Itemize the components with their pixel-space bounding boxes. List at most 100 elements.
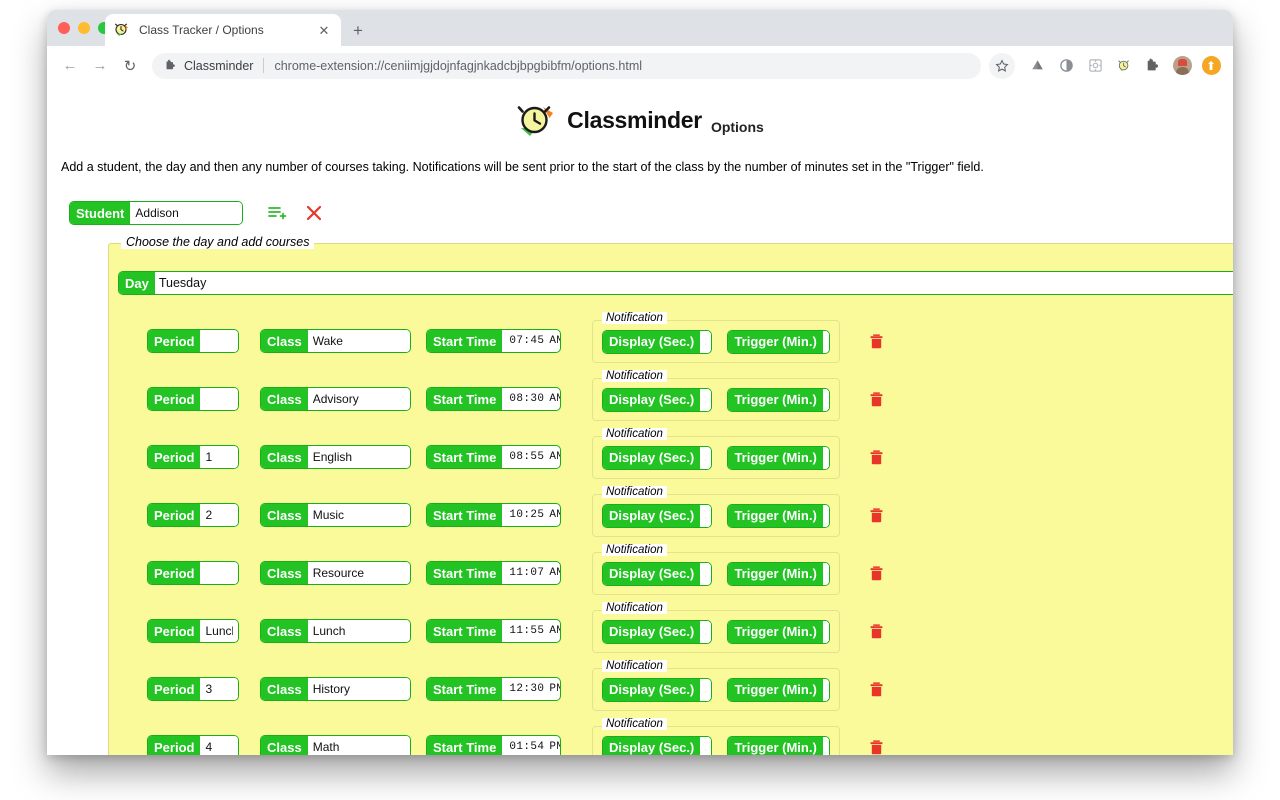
period-input[interactable] xyxy=(200,446,238,468)
update-icon[interactable]: ⬆ xyxy=(1198,53,1224,79)
period-input[interactable] xyxy=(200,388,238,410)
tab-strip: Class Tracker / Options ✕ + xyxy=(47,10,1233,46)
browser-tab[interactable]: Class Tracker / Options ✕ xyxy=(105,14,341,46)
trigger-input[interactable] xyxy=(822,620,830,643)
trigger-input[interactable] xyxy=(822,678,830,701)
close-window-button[interactable] xyxy=(58,22,70,34)
start-time-value[interactable]: 07:45 AM xyxy=(502,330,560,352)
start-time-digits: 01:54 xyxy=(509,741,545,753)
trigger-input[interactable] xyxy=(822,562,830,585)
display-input[interactable] xyxy=(700,736,712,755)
start-time-field[interactable]: Start Time 11:55 AM xyxy=(426,619,561,643)
trigger-input[interactable] xyxy=(822,736,830,755)
start-time-field[interactable]: Start Time 08:30 AM xyxy=(426,387,561,411)
class-input[interactable] xyxy=(307,620,410,642)
bookmark-star-button[interactable] xyxy=(989,52,1015,79)
period-field: Period xyxy=(147,445,239,469)
trigger-input[interactable] xyxy=(822,330,830,353)
start-time-field[interactable]: Start Time 10:25 AM xyxy=(426,503,561,527)
contrast-icon[interactable] xyxy=(1053,53,1079,79)
back-icon[interactable]: ← xyxy=(56,52,84,80)
start-time-value[interactable]: 01:54 PM xyxy=(502,736,560,755)
start-time-value[interactable]: 08:30 AM xyxy=(502,388,560,410)
period-field: Period xyxy=(147,619,239,643)
trigger-input[interactable] xyxy=(822,446,830,469)
trash-icon[interactable] xyxy=(870,565,883,581)
class-input[interactable] xyxy=(307,678,410,700)
display-input[interactable] xyxy=(700,620,712,643)
day-select[interactable]: SundayMondayTuesdayWednesdayThursdayFrid… xyxy=(154,272,233,294)
start-time-ampm: AM xyxy=(549,393,560,405)
start-time-label: Start Time xyxy=(427,330,503,352)
period-input[interactable] xyxy=(200,736,238,755)
drive-icon[interactable] xyxy=(1024,53,1050,79)
trash-icon[interactable] xyxy=(870,449,883,465)
period-input[interactable] xyxy=(200,678,238,700)
close-icon[interactable]: ✕ xyxy=(316,22,332,38)
start-time-field[interactable]: Start Time 08:55 AM xyxy=(426,445,561,469)
trash-icon[interactable] xyxy=(870,739,883,755)
start-time-digits: 10:25 xyxy=(509,509,545,521)
start-time-field[interactable]: Start Time 11:07 AM xyxy=(426,561,561,585)
classminder-extension-icon[interactable] xyxy=(1111,53,1137,79)
period-input[interactable] xyxy=(200,620,238,642)
period-input[interactable] xyxy=(200,562,238,584)
display-input[interactable] xyxy=(700,562,712,585)
start-time-field[interactable]: Start Time 01:54 PM xyxy=(426,735,561,755)
new-tab-button[interactable]: + xyxy=(347,19,369,41)
start-time-digits: 08:55 xyxy=(509,451,545,463)
display-input[interactable] xyxy=(700,678,712,701)
app-subtitle: Options xyxy=(710,119,764,135)
minimize-window-button[interactable] xyxy=(78,22,90,34)
start-time-value[interactable]: 08:55 AM xyxy=(502,446,560,468)
class-input[interactable] xyxy=(307,446,410,468)
start-time-field[interactable]: Start Time 12:30 PM xyxy=(426,677,561,701)
class-input[interactable] xyxy=(307,736,410,755)
reload-icon[interactable]: ↻ xyxy=(116,52,144,80)
puzzle-icon[interactable] xyxy=(1140,53,1166,79)
trash-icon[interactable] xyxy=(870,623,883,639)
add-to-list-icon[interactable] xyxy=(267,203,287,223)
day-fieldset: Choose the day and add courses Day Sunda… xyxy=(108,235,1233,755)
trash-icon[interactable] xyxy=(870,681,883,697)
address-bar[interactable]: Classminder chrome-extension://ceniimjgj… xyxy=(152,52,981,79)
start-time-field[interactable]: Start Time 07:45 AM xyxy=(426,329,561,353)
start-time-label: Start Time xyxy=(427,736,503,755)
trigger-field: Trigger (Min.) xyxy=(727,561,830,586)
trash-icon[interactable] xyxy=(870,333,883,349)
class-input[interactable] xyxy=(307,330,410,352)
class-input[interactable] xyxy=(307,388,410,410)
toolbar-actions: ⬆ xyxy=(989,52,1224,79)
start-time-ampm: AM xyxy=(549,625,560,637)
start-time-value[interactable]: 10:25 AM xyxy=(502,504,560,526)
display-input[interactable] xyxy=(700,504,712,527)
period-input[interactable] xyxy=(200,504,238,526)
display-input[interactable] xyxy=(700,388,712,411)
day-fieldset-legend: Choose the day and add courses xyxy=(121,235,315,249)
remove-student-x-icon[interactable] xyxy=(305,204,323,222)
period-input[interactable] xyxy=(200,330,238,352)
grid-icon[interactable] xyxy=(1082,53,1108,79)
display-field: Display (Sec.) xyxy=(602,387,713,412)
forward-icon[interactable]: → xyxy=(86,52,114,80)
start-time-value[interactable]: 12:30 PM xyxy=(502,678,560,700)
course-row-0: Period Class Start Time 07:45 AM Notific… xyxy=(109,311,1233,370)
display-input[interactable] xyxy=(700,446,712,469)
period-label: Period xyxy=(148,620,201,642)
trash-icon[interactable] xyxy=(870,391,883,407)
course-row-7: Period Class Start Time 01:54 PM Notific… xyxy=(109,717,1233,755)
trash-icon[interactable] xyxy=(870,507,883,523)
notification-fieldset: Notification Display (Sec.) Trigger (Min… xyxy=(592,717,840,755)
class-input[interactable] xyxy=(307,562,410,584)
notification-fieldset: Notification Display (Sec.) Trigger (Min… xyxy=(592,369,840,421)
trigger-input[interactable] xyxy=(822,388,830,411)
class-input[interactable] xyxy=(307,504,410,526)
display-input[interactable] xyxy=(700,330,712,353)
trigger-input[interactable] xyxy=(822,504,830,527)
start-time-value[interactable]: 11:55 AM xyxy=(502,620,560,642)
class-label: Class xyxy=(261,736,308,755)
student-input[interactable] xyxy=(130,202,243,224)
start-time-value[interactable]: 11:07 AM xyxy=(502,562,560,584)
avatar[interactable] xyxy=(1169,53,1195,79)
display-label: Display (Sec.) xyxy=(603,330,701,353)
